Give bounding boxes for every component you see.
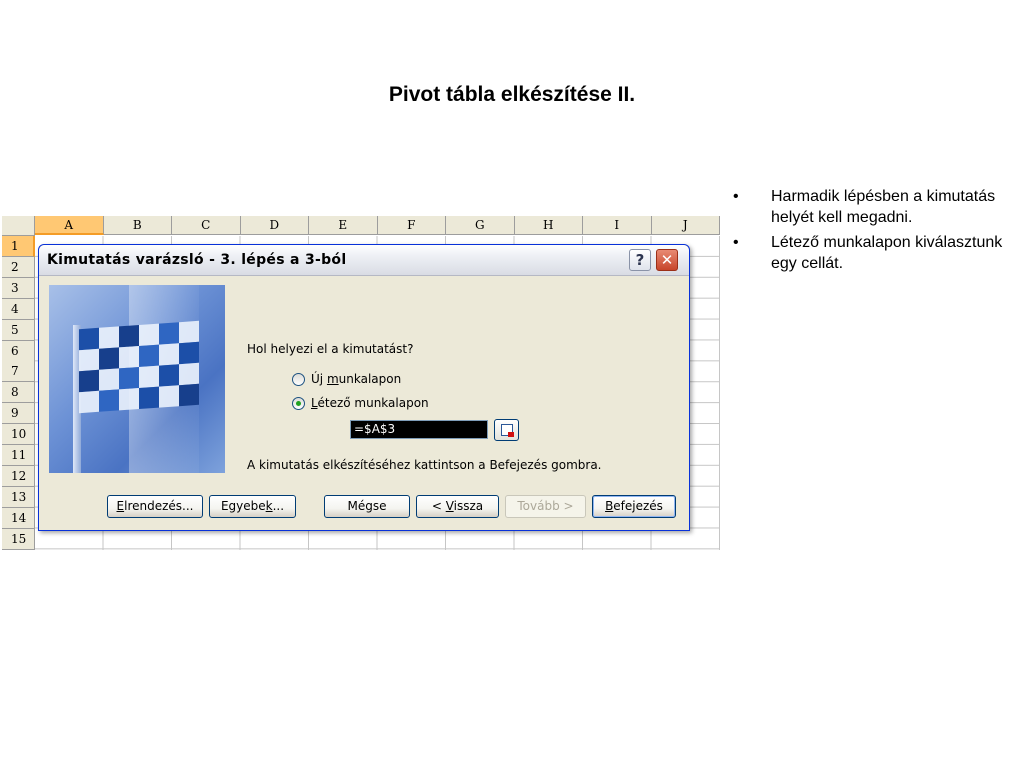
select-all-corner[interactable] bbox=[2, 216, 35, 236]
checkered-flag-image bbox=[49, 285, 225, 473]
row-header-5[interactable]: 5 bbox=[2, 319, 35, 341]
dialog-titlebar[interactable]: Kimutatás varázsló - 3. lépés a 3-ból ? … bbox=[39, 245, 689, 276]
radio-existing-label[interactable]: Létező munkalapon bbox=[311, 396, 429, 410]
bullet-list: • Harmadik lépésben a kimutatás helyét k… bbox=[733, 186, 1018, 278]
row-header-9[interactable]: 9 bbox=[2, 403, 35, 425]
options-button[interactable]: Egyebek... bbox=[209, 495, 296, 518]
row-header-1[interactable]: 1 bbox=[2, 236, 35, 257]
close-button[interactable]: ✕ bbox=[656, 249, 678, 271]
radio-existing-worksheet[interactable]: Létező munkalapon bbox=[292, 395, 472, 413]
back-button[interactable]: < Vissza bbox=[416, 495, 499, 518]
radio-existing-indicator[interactable] bbox=[292, 397, 305, 410]
column-header-d[interactable]: D bbox=[240, 216, 309, 235]
row-header-14[interactable]: 14 bbox=[2, 507, 35, 529]
row-header-7[interactable]: 7 bbox=[2, 361, 35, 383]
column-header-g[interactable]: G bbox=[446, 216, 515, 235]
pivot-wizard-dialog: Kimutatás varázsló - 3. lépés a 3-ból ? … bbox=[38, 244, 690, 531]
row-header-6[interactable]: 6 bbox=[2, 340, 35, 362]
row-header-3[interactable]: 3 bbox=[2, 277, 35, 299]
finish-button[interactable]: Befejezés bbox=[592, 495, 676, 518]
bullet-marker: • bbox=[733, 188, 739, 205]
layout-button[interactable]: Elrendezés... bbox=[107, 495, 203, 518]
placement-question: Hol helyezi el a kimutatást? bbox=[247, 342, 414, 356]
next-button[interactable]: Tovább > bbox=[505, 495, 586, 518]
slide-title: Pivot tábla elkészítése II. bbox=[388, 83, 636, 106]
row-header-12[interactable]: 12 bbox=[2, 465, 35, 487]
bullet-item: • Harmadik lépésben a kimutatás helyét k… bbox=[733, 186, 1018, 228]
row-header-11[interactable]: 11 bbox=[2, 445, 35, 466]
column-header-e[interactable]: E bbox=[309, 216, 378, 235]
column-header-a[interactable]: A bbox=[35, 216, 104, 235]
dialog-title: Kimutatás varázsló - 3. lépés a 3-ból bbox=[47, 252, 347, 268]
row-header-10[interactable]: 10 bbox=[2, 424, 35, 446]
collapse-dialog-button[interactable] bbox=[494, 419, 519, 441]
row-header-13[interactable]: 13 bbox=[2, 486, 35, 508]
column-header-c[interactable]: C bbox=[172, 216, 241, 235]
cancel-button[interactable]: Mégse bbox=[324, 495, 410, 518]
bullet-text: Létező munkalapon kiválasztunk egy cellá… bbox=[771, 234, 1003, 272]
column-header-h[interactable]: H bbox=[514, 216, 583, 235]
row-header-15[interactable]: 15 bbox=[2, 528, 35, 550]
bullet-item: • Létező munkalapon kiválasztunk egy cel… bbox=[733, 232, 1018, 274]
finish-hint: A kimutatás elkészítéséhez kattintson a … bbox=[247, 458, 602, 472]
radio-new-indicator[interactable] bbox=[292, 373, 305, 386]
range-select-icon bbox=[501, 424, 514, 437]
bullet-marker: • bbox=[733, 234, 739, 251]
row-header-4[interactable]: 4 bbox=[2, 298, 35, 320]
column-header-f[interactable]: F bbox=[377, 216, 446, 235]
radio-new-label[interactable]: Új munkalapon bbox=[311, 372, 401, 386]
row-header-8[interactable]: 8 bbox=[2, 382, 35, 404]
column-header-j[interactable]: J bbox=[651, 216, 720, 235]
row-header-2[interactable]: 2 bbox=[2, 256, 35, 278]
location-reference-input[interactable]: =$A$3 bbox=[350, 420, 488, 439]
column-header-b[interactable]: B bbox=[103, 216, 172, 235]
bullet-text: Harmadik lépésben a kimutatás helyét kel… bbox=[771, 188, 996, 226]
help-button[interactable]: ? bbox=[629, 249, 651, 271]
column-header-i[interactable]: I bbox=[583, 216, 652, 235]
radio-new-worksheet[interactable]: Új munkalapon bbox=[292, 371, 472, 389]
